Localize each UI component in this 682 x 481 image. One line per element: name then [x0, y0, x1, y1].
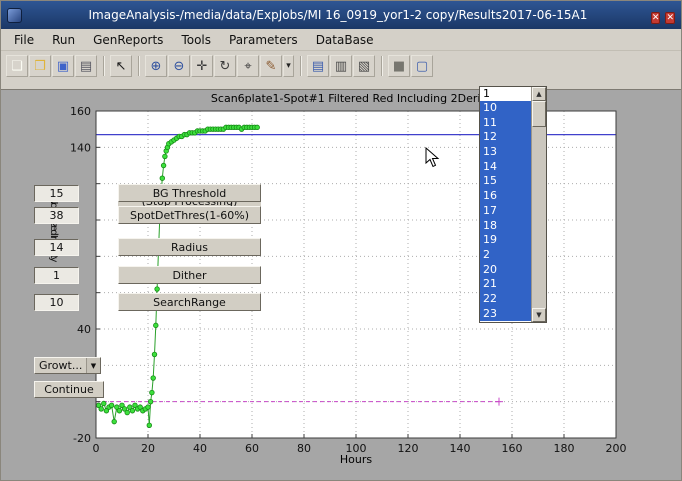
scrollbar-thumb[interactable]: [532, 101, 546, 127]
zoom-in-icon[interactable]: ⊕: [145, 55, 167, 77]
print-icon[interactable]: ▤: [75, 55, 97, 77]
continue-button[interactable]: Continue: [34, 381, 104, 398]
data-cursor-icon[interactable]: ⌖: [237, 55, 259, 77]
insert-legend-icon[interactable]: ▧: [353, 55, 375, 77]
listbox-item-15[interactable]: 15: [480, 174, 531, 189]
param-input-bg-threshold[interactable]: [34, 185, 79, 202]
open-folder-icon[interactable]: ❒: [29, 55, 51, 77]
hide-plot-tools-icon[interactable]: ■: [388, 55, 410, 77]
app-icon: [7, 8, 22, 23]
growth-dropdown-value: Growt...: [35, 359, 86, 372]
brush-menu-arrow-icon[interactable]: ▾: [283, 55, 294, 77]
listbox-scrollbar[interactable]: ▲ ▼: [531, 87, 546, 322]
listbox-item-10[interactable]: 10: [480, 101, 531, 116]
param-button-bg-threshold[interactable]: BG Threshold: [118, 184, 261, 202]
listbox-item-21[interactable]: 21: [480, 277, 531, 292]
listbox-items: 1 10111213141516171819220212223: [480, 87, 531, 322]
listbox-item-13[interactable]: 13: [480, 145, 531, 160]
listbox-item-17[interactable]: 17: [480, 204, 531, 219]
param-button-radius[interactable]: Radius: [118, 238, 261, 256]
save-icon[interactable]: ▣: [52, 55, 74, 77]
listbox-item-18[interactable]: 18: [480, 219, 531, 234]
listbox-item-2[interactable]: 2: [480, 248, 531, 263]
menu-item-database[interactable]: DataBase: [307, 31, 383, 49]
listbox-item-12[interactable]: 12: [480, 130, 531, 145]
x-axis-label: Hours: [96, 453, 616, 466]
window-buttons: ✕✕: [646, 5, 675, 26]
pointer-icon[interactable]: ↖: [110, 55, 132, 77]
menu-item-file[interactable]: File: [5, 31, 43, 49]
listbox-item-1[interactable]: 1: [480, 87, 531, 101]
insert-colorbar-icon[interactable]: ▥: [330, 55, 352, 77]
titlebar[interactable]: ImageAnalysis-/media/data/ExpJobs/MI 16_…: [1, 1, 681, 29]
listbox-item-20[interactable]: 20: [480, 263, 531, 278]
chevron-down-icon: ▼: [86, 358, 100, 373]
window-title: ImageAnalysis-/media/data/ExpJobs/MI 16_…: [30, 8, 646, 22]
listbox-item-19[interactable]: 19: [480, 233, 531, 248]
close-button[interactable]: ✕: [665, 12, 675, 24]
toolbar-separator: [300, 56, 302, 76]
scroll-up-icon[interactable]: ▲: [532, 87, 546, 101]
pan-icon[interactable]: ✛: [191, 55, 213, 77]
listbox-item-14[interactable]: 14: [480, 160, 531, 175]
param-button-dither[interactable]: Dither: [118, 266, 261, 284]
growth-dropdown[interactable]: Growt... ▼: [34, 357, 101, 374]
menu-item-genreports[interactable]: GenReports: [84, 31, 172, 49]
show-plot-tools-icon[interactable]: ▢: [411, 55, 433, 77]
toolbar-separator: [138, 56, 140, 76]
minimize-button[interactable]: ✕: [651, 12, 661, 24]
listbox-item-23[interactable]: 23: [480, 307, 531, 322]
new-document-icon[interactable]: ❑: [6, 55, 28, 77]
param-input-spotdetthres-1-60[interactable]: [34, 207, 79, 224]
scrollbar-track[interactable]: [532, 127, 546, 308]
rotate-3d-icon[interactable]: ↻: [214, 55, 236, 77]
menubar: FileRunGenReportsToolsParametersDataBase: [1, 29, 681, 51]
param-input-searchrange[interactable]: [34, 294, 79, 311]
print-figure-icon[interactable]: ▤: [307, 55, 329, 77]
figure-area: [1, 89, 682, 481]
toolbar: ❑❒▣▤↖⊕⊖✛↻⌖✎▾▤▥▧■▢: [1, 51, 681, 81]
scroll-down-icon[interactable]: ▼: [532, 308, 546, 322]
listbox-item-16[interactable]: 16: [480, 189, 531, 204]
menu-item-tools[interactable]: Tools: [172, 31, 220, 49]
param-input-radius[interactable]: [34, 239, 79, 256]
brush-icon[interactable]: ✎: [260, 55, 282, 77]
app-window: ImageAnalysis-/media/data/ExpJobs/MI 16_…: [0, 0, 682, 481]
number-listbox[interactable]: 1 10111213141516171819220212223 ▲ ▼: [479, 86, 547, 323]
toolbar-separator: [381, 56, 383, 76]
listbox-item-11[interactable]: 11: [480, 116, 531, 131]
param-button-searchrange[interactable]: SearchRange: [118, 293, 261, 311]
menu-item-run[interactable]: Run: [43, 31, 84, 49]
param-input-dither[interactable]: [34, 267, 79, 284]
toolbar-separator: [103, 56, 105, 76]
menu-item-parameters[interactable]: Parameters: [220, 31, 307, 49]
param-button-spotdetthres-1-60[interactable]: SpotDetThres(1-60%): [118, 206, 261, 224]
listbox-item-22[interactable]: 22: [480, 292, 531, 307]
zoom-out-icon[interactable]: ⊖: [168, 55, 190, 77]
